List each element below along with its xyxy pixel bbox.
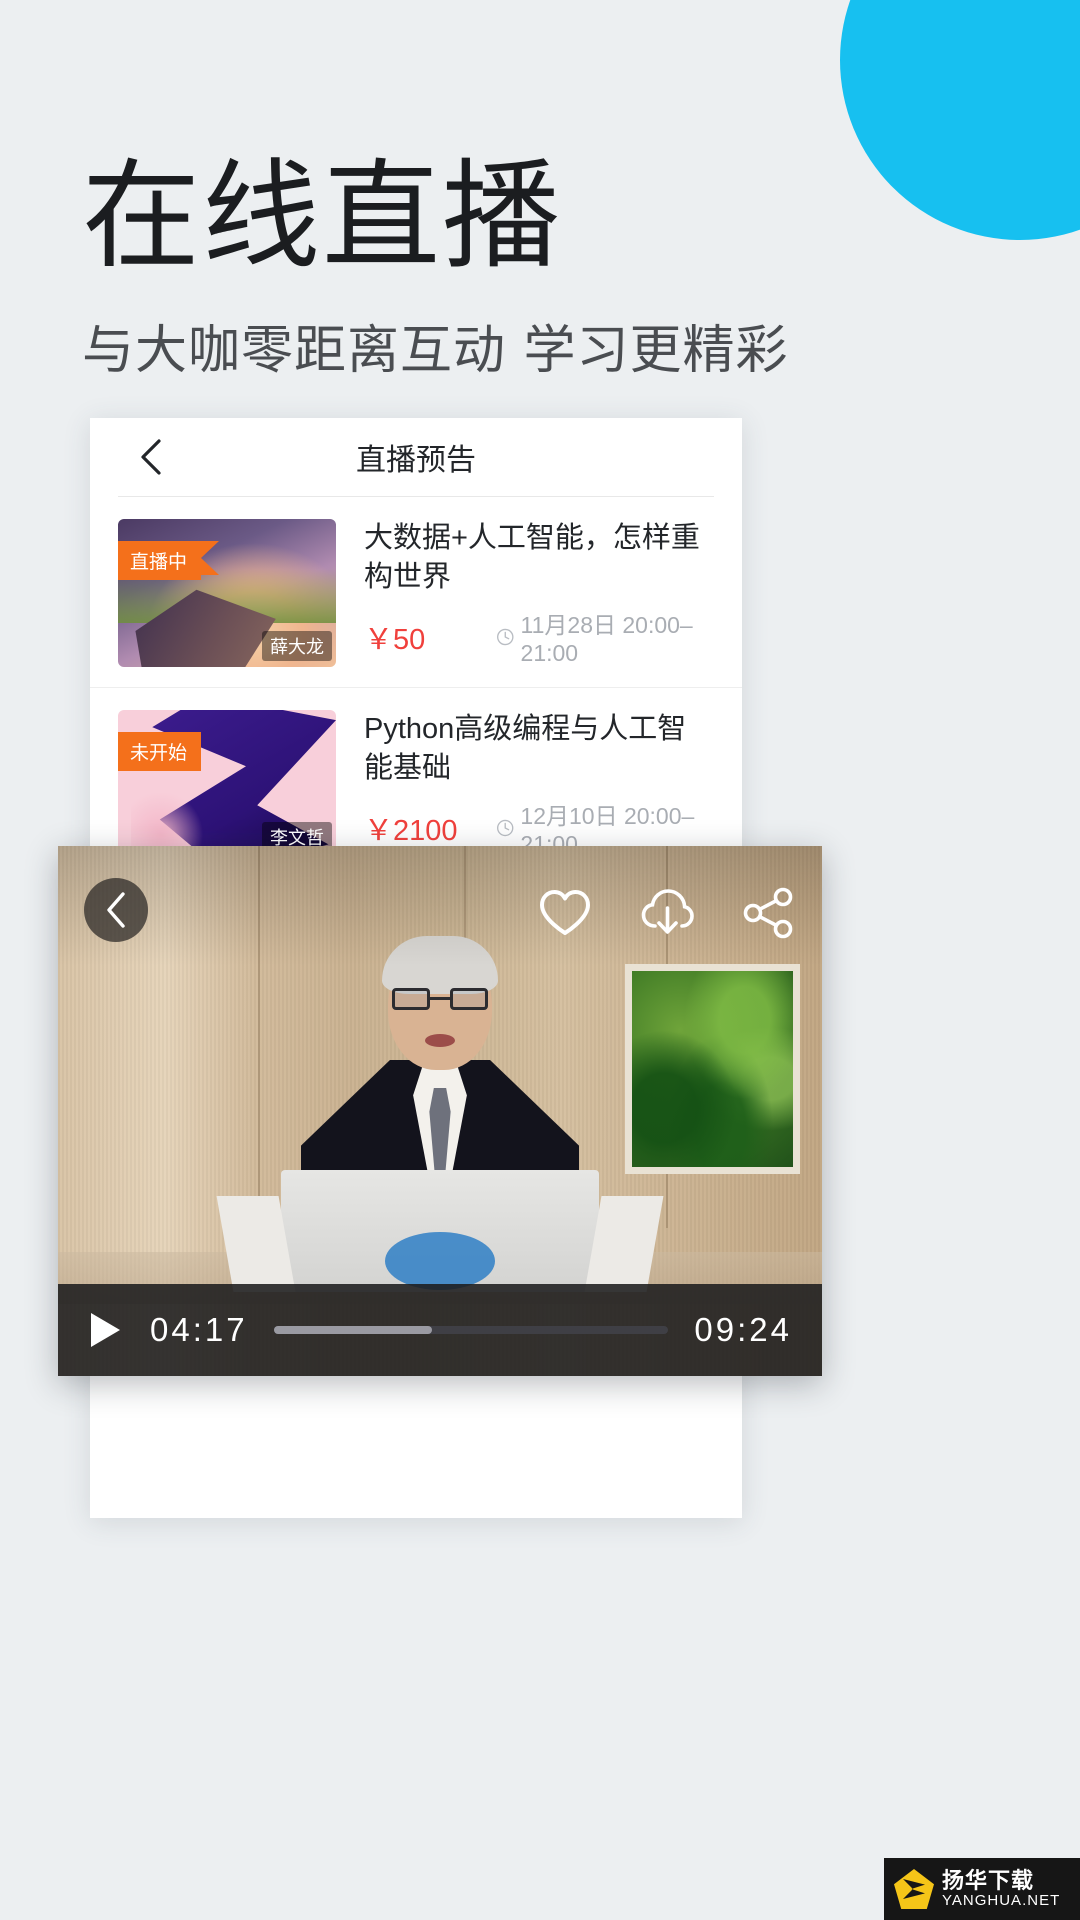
clock-icon <box>496 626 515 648</box>
lesson-time: 11月28日 20:00–21:00 <box>496 606 714 667</box>
watermark-text: 扬华下载 YANGHUA.NET <box>942 1869 1060 1910</box>
podium-logo <box>385 1232 495 1290</box>
lesson-thumbnail: 直播中 薛大龙 <box>118 519 336 667</box>
heart-icon <box>538 888 592 938</box>
watermark-logo-icon <box>894 1869 934 1909</box>
progress-bar-fill <box>274 1326 432 1334</box>
card-header: 直播预告 <box>90 418 742 496</box>
chevron-left-icon <box>138 438 164 476</box>
current-time: 04:17 <box>150 1311 248 1349</box>
download-cloud-icon <box>640 886 694 940</box>
page-title: 在线直播 <box>82 150 789 282</box>
share-icon <box>742 887 794 939</box>
list-item[interactable]: 直播中 薛大龙 大数据+人工智能，怎样重构世界 ￥50 11月28日 20:00… <box>90 497 742 688</box>
page-subtitle: 与大咖零距离互动 学习更精彩 <box>82 308 789 383</box>
hero-section: 在线直播 与大咖零距离互动 学习更精彩 <box>82 150 789 383</box>
lesson-thumbnail: 未开始 李文哲 <box>118 710 336 858</box>
favorite-button[interactable] <box>538 888 592 938</box>
play-icon <box>88 1311 122 1349</box>
clock-icon <box>496 817 514 839</box>
lesson-price: ￥50 <box>364 616 496 658</box>
share-button[interactable] <box>742 887 794 939</box>
lesson-body: 大数据+人工智能，怎样重构世界 ￥50 11月28日 20:00–21:00 <box>336 519 714 667</box>
speaker-glasses <box>392 988 488 1012</box>
cyan-corner-decoration <box>840 0 1080 240</box>
lesson-price: ￥2100 <box>364 807 496 849</box>
play-button[interactable] <box>88 1311 122 1349</box>
progress-bar[interactable] <box>274 1326 669 1334</box>
video-controls: 04:17 09:24 <box>58 1284 822 1376</box>
lesson-body: Python高级编程与人工智能基础 ￥2100 12月10日 20:00–21:… <box>336 710 714 858</box>
total-duration: 09:24 <box>694 1311 792 1349</box>
lesson-title: 大数据+人工智能，怎样重构世界 <box>364 519 714 597</box>
lesson-time-text: 11月28日 20:00–21:00 <box>521 606 714 667</box>
watermark-cn: 扬华下载 <box>942 1869 1060 1893</box>
video-player[interactable]: 04:17 09:24 <box>58 846 822 1376</box>
video-action-icons <box>538 886 794 940</box>
chevron-left-icon <box>102 890 130 930</box>
status-badge: 未开始 <box>118 732 201 771</box>
lesson-meta: ￥50 11月28日 20:00–21:00 <box>364 606 714 667</box>
watermark: 扬华下载 YANGHUA.NET <box>884 1858 1080 1920</box>
watermark-en: YANGHUA.NET <box>942 1893 1060 1910</box>
back-button[interactable] <box>138 438 164 476</box>
tutor-label: 薛大龙 <box>262 631 332 661</box>
lesson-title: Python高级编程与人工智能基础 <box>364 710 714 788</box>
download-button[interactable] <box>640 886 694 940</box>
video-back-button[interactable] <box>84 878 148 942</box>
wall-painting <box>625 964 800 1174</box>
speaker-mouth <box>425 1034 455 1047</box>
status-badge: 直播中 <box>118 541 201 580</box>
card-title: 直播预告 <box>90 435 742 479</box>
